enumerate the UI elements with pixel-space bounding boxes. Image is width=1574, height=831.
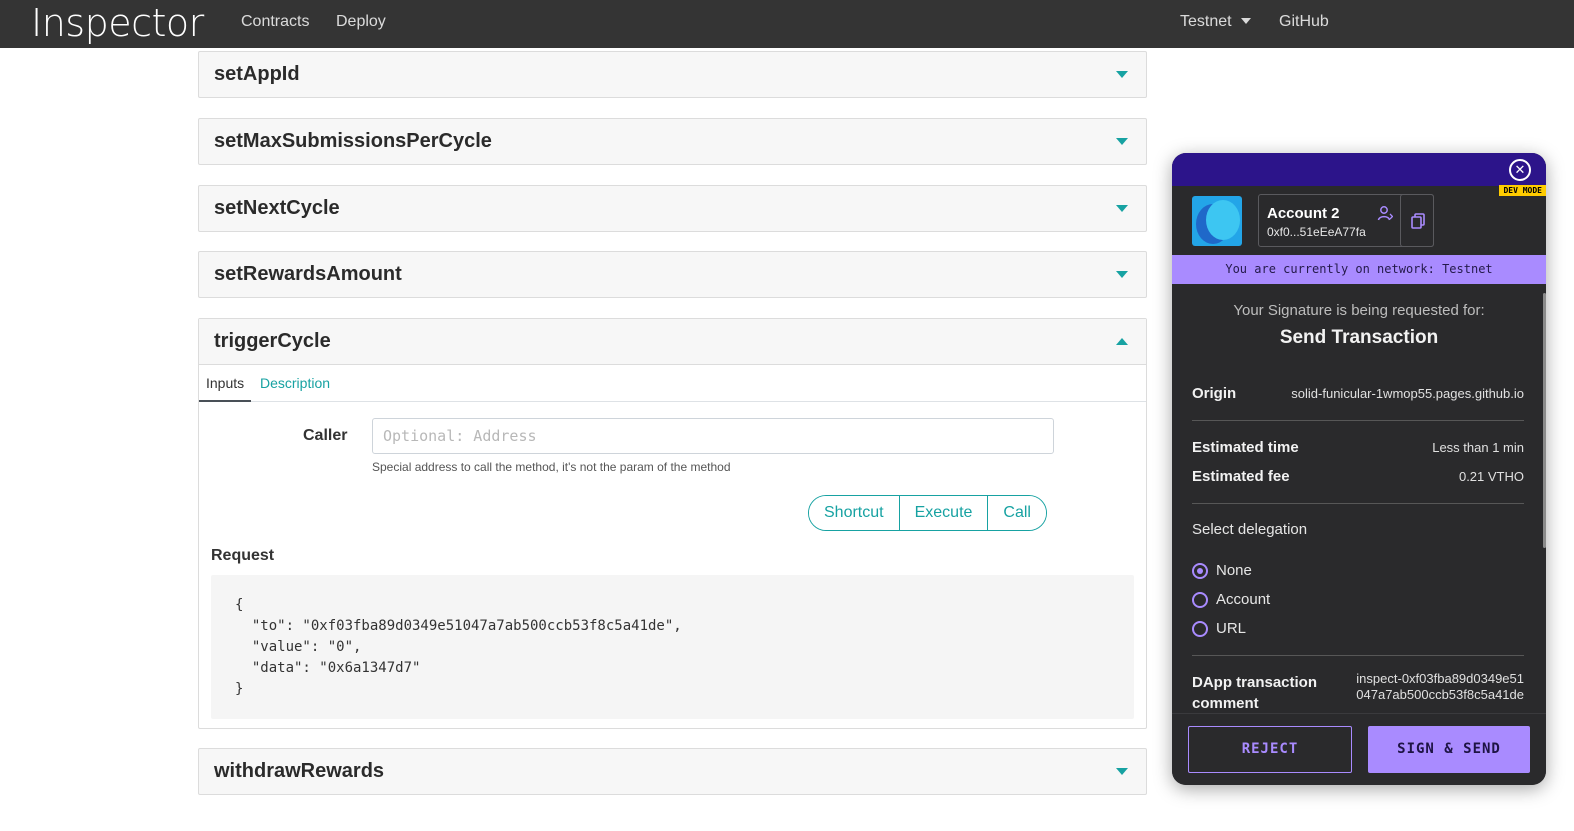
method-name: setAppId (214, 63, 300, 85)
tab-inputs[interactable]: Inputs (199, 365, 252, 402)
reject-button[interactable]: REJECT (1188, 726, 1352, 773)
expand-triangle-icon (1116, 768, 1128, 775)
method-header[interactable]: triggerCycle (199, 319, 1146, 365)
divider (1192, 420, 1524, 421)
nav-github-link[interactable]: GitHub (1279, 13, 1329, 31)
estimated-time-label: Estimated time (1192, 439, 1299, 456)
dapp-comment-label: DApp transaction comment (1192, 674, 1318, 712)
method-tabs: Inputs Description (199, 365, 1146, 402)
method-name: setRewardsAmount (214, 263, 402, 285)
wallet-sign-panel: ✕ DEV MODE Account 2 0xf0...51eEeA77fa Y… (1172, 153, 1546, 785)
nav-deploy-link[interactable]: Deploy (336, 13, 386, 31)
network-dropdown[interactable]: Testnet (1180, 13, 1251, 31)
method-accordion-withdraw-rewards[interactable]: withdrawRewards (198, 748, 1147, 795)
account-avatar (1192, 196, 1242, 246)
divider (1192, 503, 1524, 504)
sign-and-send-button[interactable]: SIGN & SEND (1368, 726, 1530, 773)
network-dropdown-label: Testnet (1180, 13, 1232, 30)
expand-triangle-icon (1116, 138, 1128, 145)
method-header[interactable]: setRewardsAmount (199, 252, 1146, 297)
shortcut-button[interactable]: Shortcut (809, 496, 900, 530)
panel-scrollbar[interactable] (1543, 293, 1546, 548)
estimated-time-value: Less than 1 min (1432, 440, 1524, 455)
execute-button[interactable]: Execute (899, 496, 989, 530)
nav-contracts-link[interactable]: Contracts (241, 13, 309, 31)
top-navbar: Inspector Contracts Deploy Testnet GitHu… (0, 0, 1574, 48)
user-switch-icon[interactable] (1377, 205, 1393, 221)
collapse-triangle-icon (1116, 338, 1128, 345)
request-code-block: { "to": "0xf03fba89d0349e51047a7ab500ccb… (211, 575, 1134, 719)
request-json: { "to": "0xf03fba89d0349e51047a7ab500ccb… (235, 597, 682, 697)
request-label: Request (211, 547, 275, 564)
method-accordion-set-next-cycle[interactable]: setNextCycle (198, 185, 1147, 232)
wallet-footer: REJECT SIGN & SEND (1172, 713, 1546, 785)
call-button[interactable]: Call (988, 496, 1046, 530)
expand-triangle-icon (1116, 205, 1128, 212)
account-address: 0xf0...51eEeA77fa (1267, 225, 1366, 239)
network-banner: You are currently on network: Testnet (1172, 255, 1546, 284)
dapp-comment-value: inspect-0xf03fba89d0349e51047a7ab500ccb5… (1356, 671, 1524, 702)
origin-label: Origin (1192, 385, 1237, 402)
method-name: setMaxSubmissionsPerCycle (214, 130, 492, 152)
delegation-option-label: Account (1216, 591, 1271, 608)
delegation-radio-none[interactable] (1192, 563, 1208, 579)
delegation-option-label: None (1216, 562, 1252, 579)
dev-mode-badge: DEV MODE (1499, 185, 1546, 196)
divider (1192, 655, 1524, 656)
copy-icon (1411, 213, 1425, 229)
wallet-header-bar (1172, 153, 1546, 186)
method-header[interactable]: setAppId (199, 52, 1146, 97)
method-accordion-set-max-submissions[interactable]: setMaxSubmissionsPerCycle (198, 118, 1147, 165)
method-name: withdrawRewards (214, 760, 385, 782)
signature-action-title: Send Transaction (1279, 327, 1439, 348)
close-icon[interactable]: ✕ (1509, 159, 1531, 181)
caret-down-icon (1240, 18, 1251, 24)
method-header[interactable]: withdrawRewards (199, 749, 1146, 794)
method-name: setNextCycle (214, 197, 340, 219)
method-accordion-set-rewards-amount[interactable]: setRewardsAmount (198, 251, 1147, 298)
delegation-radio-account[interactable] (1192, 592, 1208, 608)
select-delegation-label: Select delegation (1192, 521, 1308, 538)
caller-label: Caller (303, 427, 348, 444)
method-header[interactable]: setNextCycle (199, 186, 1146, 231)
caller-help-text: Special address to call the method, it's… (372, 460, 731, 474)
origin-value: solid-funicular-1wmop55.pages.github.io (1291, 386, 1524, 401)
method-header[interactable]: setMaxSubmissionsPerCycle (199, 119, 1146, 164)
app-brand[interactable]: Inspector (31, 0, 204, 46)
expand-triangle-icon (1116, 271, 1128, 278)
method-name: triggerCycle (214, 330, 331, 352)
estimated-fee-label: Estimated fee (1192, 468, 1290, 485)
method-accordion-trigger-cycle: triggerCycle Inputs Description Caller S… (198, 318, 1147, 729)
estimated-fee-value: 0.21 VTHO (1458, 469, 1524, 484)
copy-address-button[interactable] (1400, 194, 1434, 247)
signature-request-text: Your Signature is being requested for: (1233, 302, 1485, 319)
delegation-radio-url[interactable] (1192, 621, 1208, 637)
method-accordion-set-app-id[interactable]: setAppId (198, 51, 1147, 98)
action-button-group: Shortcut Execute Call (808, 495, 1047, 531)
avatar-shape (1206, 200, 1240, 240)
account-name: Account 2 (1267, 205, 1340, 222)
expand-triangle-icon (1116, 71, 1128, 78)
delegation-option-label: URL (1216, 620, 1247, 637)
caller-address-input[interactable] (372, 418, 1054, 454)
tab-description[interactable]: Description (253, 365, 337, 402)
